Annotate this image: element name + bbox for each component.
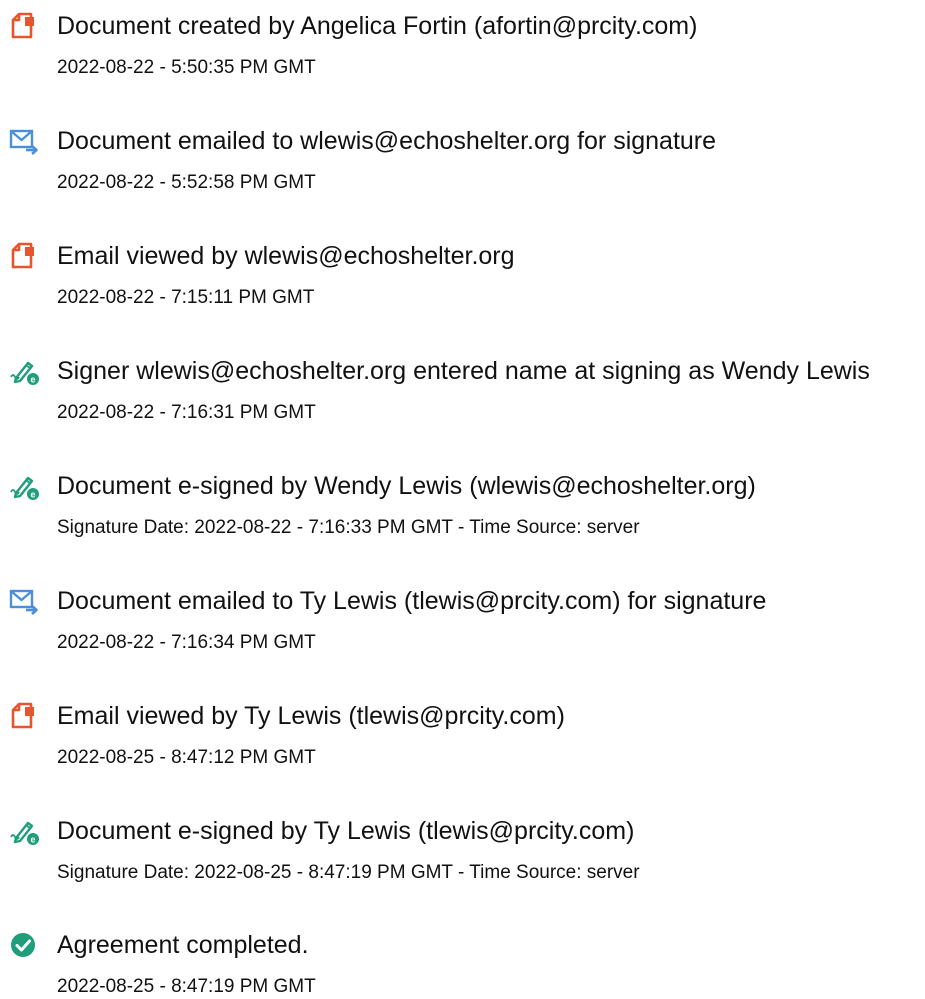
document-viewed-icon [9, 241, 39, 271]
history-event: e Document e-signed by Wendy Lewis (wlew… [0, 460, 925, 540]
event-timestamp: 2022-08-22 - 5:52:58 PM GMT [57, 172, 316, 193]
event-signature-date: Signature Date: 2022-08-22 - 7:16:33 PM … [57, 517, 640, 538]
event-timestamp: 2022-08-22 - 5:50:35 PM GMT [57, 57, 316, 78]
history-event: e Signer wlewis@echoshelter.org entered … [0, 345, 925, 425]
event-title: Agreement completed. [57, 931, 309, 959]
event-title: Document created by Angelica Fortin (afo… [57, 12, 698, 40]
esign-pen-icon: e [9, 816, 39, 846]
event-signature-date: Signature Date: 2022-08-25 - 8:47:19 PM … [57, 862, 640, 883]
event-timestamp: 2022-08-22 - 7:16:34 PM GMT [57, 632, 316, 653]
event-title: Email viewed by wlewis@echoshelter.org [57, 242, 515, 270]
check-circle-icon [9, 930, 39, 960]
event-title: Document emailed to Ty Lewis (tlewis@prc… [57, 587, 767, 615]
document-viewed-icon [9, 701, 39, 731]
svg-text:e: e [30, 490, 35, 500]
history-event: Agreement completed. 2022-08-25 - 8:47:1… [0, 919, 925, 999]
event-timestamp: 2022-08-22 - 7:16:31 PM GMT [57, 402, 316, 423]
email-sent-icon [9, 586, 39, 616]
history-event: Document created by Angelica Fortin (afo… [0, 0, 925, 80]
event-timestamp: 2022-08-25 - 8:47:19 PM GMT [57, 976, 316, 997]
event-timestamp: 2022-08-22 - 7:15:11 PM GMT [57, 287, 315, 308]
event-timestamp: 2022-08-25 - 8:47:12 PM GMT [57, 747, 316, 768]
event-title: Document e-signed by Ty Lewis (tlewis@pr… [57, 817, 635, 845]
history-event: Document emailed to Ty Lewis (tlewis@prc… [0, 575, 925, 655]
history-event: Email viewed by Ty Lewis (tlewis@prcity.… [0, 690, 925, 770]
event-title: Document e-signed by Wendy Lewis (wlewis… [57, 472, 756, 500]
svg-text:e: e [30, 375, 35, 385]
esign-pen-icon: e [9, 471, 39, 501]
svg-text:e: e [30, 835, 35, 845]
esign-pen-icon: e [9, 356, 39, 386]
event-title: Email viewed by Ty Lewis (tlewis@prcity.… [57, 702, 565, 730]
document-created-icon [9, 11, 39, 41]
history-event: Document emailed to wlewis@echoshelter.o… [0, 115, 925, 195]
history-event: Email viewed by wlewis@echoshelter.org 2… [0, 230, 925, 310]
event-title: Signer wlewis@echoshelter.org entered na… [57, 357, 870, 385]
email-sent-icon [9, 126, 39, 156]
history-event: e Document e-signed by Ty Lewis (tlewis@… [0, 805, 925, 885]
event-title: Document emailed to wlewis@echoshelter.o… [57, 127, 717, 155]
